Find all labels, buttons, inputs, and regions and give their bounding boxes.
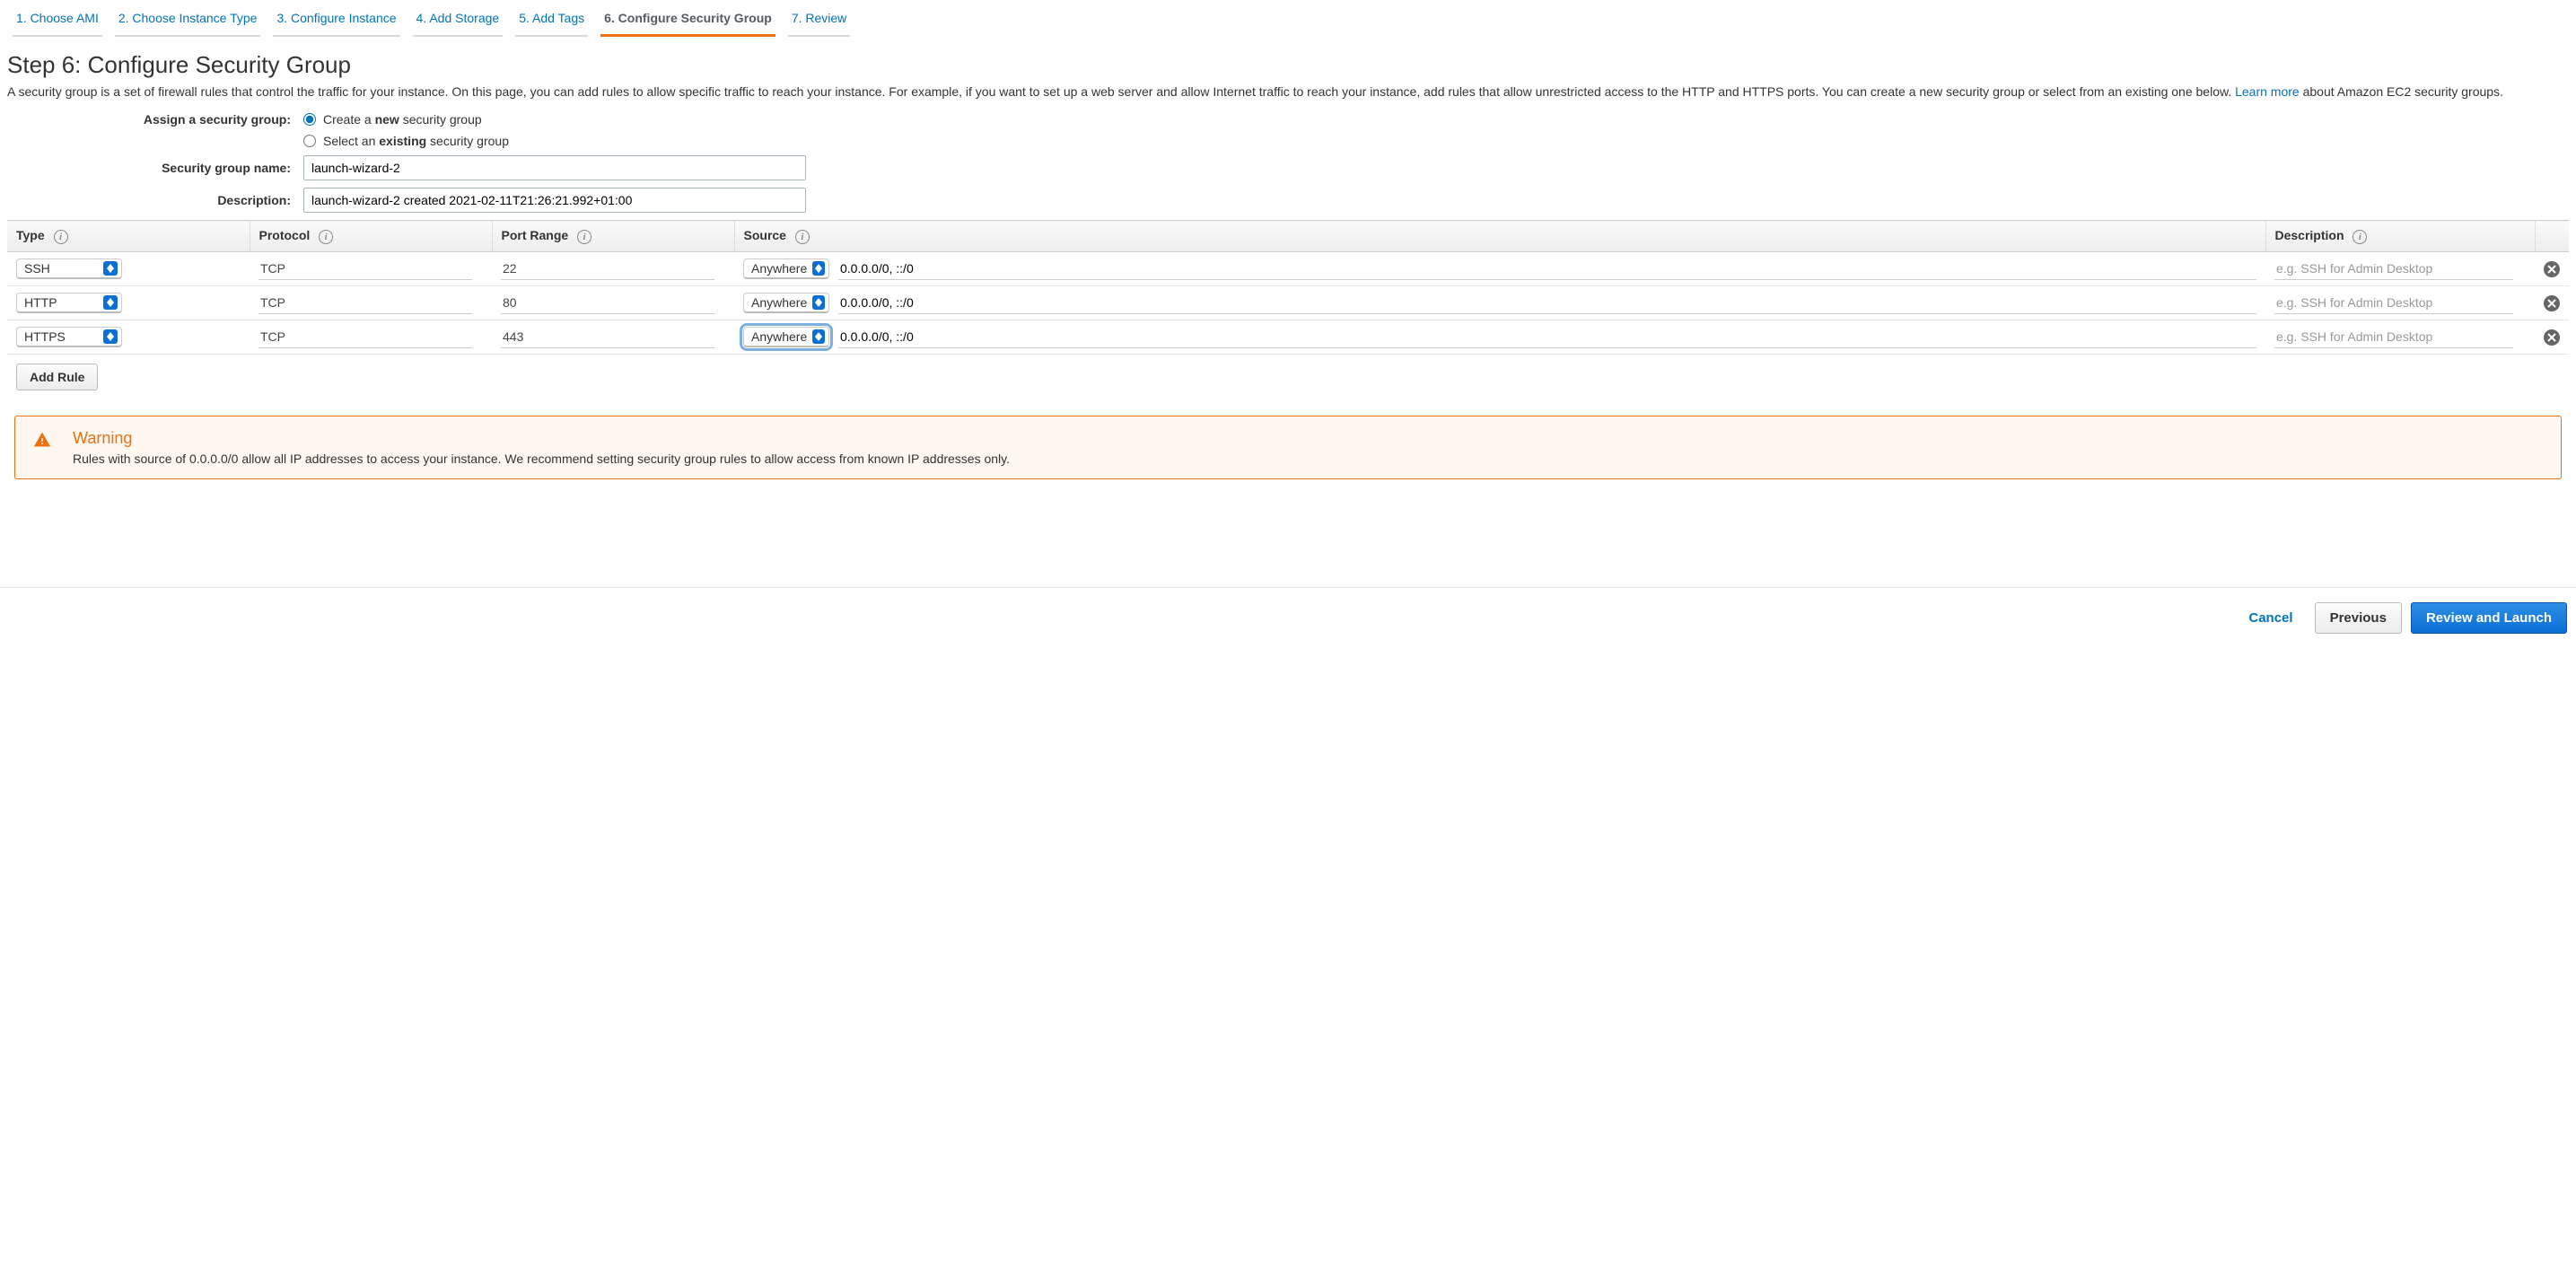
assign-security-group-label: Assign a security group:	[7, 112, 303, 127]
rule-description-input[interactable]	[2274, 326, 2513, 348]
col-description: Description i	[2265, 221, 2535, 252]
type-select[interactable]: SSH	[16, 259, 122, 279]
col-port-range: Port Range i	[492, 221, 734, 252]
col-source: Source i	[734, 221, 2265, 252]
port-range-field	[501, 292, 714, 314]
source-value-input[interactable]	[838, 326, 2256, 348]
security-group-name-label: Security group name:	[7, 161, 303, 175]
col-protocol: Protocol i	[250, 221, 492, 252]
description-text-post: about Amazon EC2 security groups.	[2300, 84, 2503, 99]
source-value-input[interactable]	[838, 292, 2256, 314]
warning-icon	[33, 431, 51, 453]
remove-rule-button[interactable]	[2544, 261, 2560, 277]
wizard-tabs: 1. Choose AMI 2. Choose Instance Type 3.…	[0, 4, 2576, 37]
chevron-updown-icon	[812, 329, 825, 344]
radio-select-existing-label: Select an existing security group	[323, 134, 509, 148]
tab-add-tags[interactable]: 5. Add Tags	[515, 4, 588, 37]
type-select[interactable]: HTTP	[16, 293, 122, 313]
info-icon[interactable]: i	[577, 230, 591, 244]
rule-description-input[interactable]	[2274, 258, 2513, 280]
tab-configure-instance[interactable]: 3. Configure Instance	[273, 4, 399, 37]
radio-create-new-label: Create a new security group	[323, 112, 482, 127]
chevron-updown-icon	[103, 295, 118, 310]
description-label: Description:	[7, 193, 303, 207]
table-row: HTTPS Anywhere	[7, 320, 2569, 355]
tab-configure-security-group[interactable]: 6. Configure Security Group	[600, 4, 775, 37]
source-value-input[interactable]	[838, 258, 2256, 280]
info-icon[interactable]: i	[319, 230, 333, 244]
protocol-field	[258, 258, 472, 280]
chevron-updown-icon	[812, 261, 825, 276]
protocol-field	[258, 292, 472, 314]
port-range-field	[501, 258, 714, 280]
security-group-name-input[interactable]	[303, 155, 806, 180]
rule-description-input[interactable]	[2274, 292, 2513, 314]
radio-create-new[interactable]	[303, 113, 316, 126]
table-row: SSH Anywhere	[7, 252, 2569, 286]
review-and-launch-button[interactable]: Review and Launch	[2411, 602, 2567, 634]
page-title: Step 6: Configure Security Group	[7, 51, 2569, 79]
table-row: HTTP Anywhere	[7, 286, 2569, 320]
cancel-button[interactable]: Cancel	[2236, 603, 2305, 633]
source-select[interactable]: Anywhere	[743, 259, 829, 279]
warning-text: Rules with source of 0.0.0.0/0 allow all…	[73, 451, 1010, 466]
description-text: A security group is a set of firewall ru…	[7, 84, 2235, 99]
learn-more-link[interactable]: Learn more	[2235, 84, 2300, 99]
description-input[interactable]	[303, 188, 806, 213]
info-icon[interactable]: i	[795, 230, 810, 244]
previous-button[interactable]: Previous	[2315, 602, 2402, 634]
tab-choose-instance-type[interactable]: 2. Choose Instance Type	[115, 4, 261, 37]
remove-rule-button[interactable]	[2544, 295, 2560, 311]
page-description: A security group is a set of firewall ru…	[7, 83, 2569, 101]
chevron-updown-icon	[812, 295, 825, 310]
warning-box: Warning Rules with source of 0.0.0.0/0 a…	[14, 416, 2562, 479]
remove-rule-button[interactable]	[2544, 329, 2560, 346]
source-select[interactable]: Anywhere	[743, 327, 829, 347]
protocol-field	[258, 326, 472, 348]
col-type: Type i	[7, 221, 250, 252]
chevron-updown-icon	[103, 261, 118, 276]
rules-table: Type i Protocol i Port Range i Source i …	[7, 220, 2569, 355]
info-icon[interactable]: i	[54, 230, 68, 244]
tab-choose-ami[interactable]: 1. Choose AMI	[13, 4, 102, 37]
source-select[interactable]: Anywhere	[743, 293, 829, 313]
footer: Cancel Previous Review and Launch	[0, 587, 2576, 648]
radio-select-existing[interactable]	[303, 135, 316, 147]
info-icon[interactable]: i	[2353, 230, 2367, 244]
port-range-field	[501, 326, 714, 348]
tab-review[interactable]: 7. Review	[788, 4, 850, 37]
warning-title: Warning	[73, 429, 1010, 448]
tab-add-storage[interactable]: 4. Add Storage	[413, 4, 504, 37]
add-rule-button[interactable]: Add Rule	[16, 364, 98, 390]
chevron-updown-icon	[103, 329, 118, 344]
type-select[interactable]: HTTPS	[16, 327, 122, 347]
